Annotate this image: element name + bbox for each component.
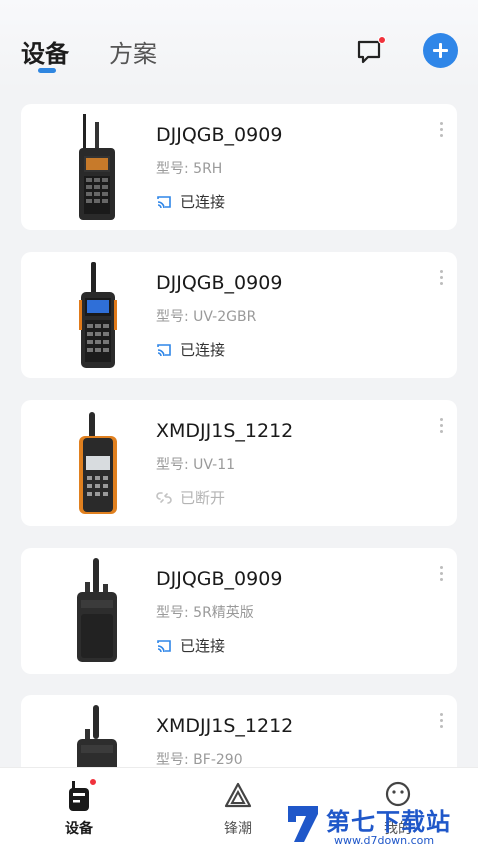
more-options-icon[interactable] [437,713,445,733]
cast-icon [157,195,171,208]
connection-status: 已连接 [156,339,225,360]
top-bar: 设备 方案 [0,0,478,90]
radio-image [77,558,117,662]
device-name: XMDJJ1S_1212 [156,715,294,737]
device-model: 型号: BF-290 [156,752,243,768]
radio-image [79,114,115,220]
nav-label: 锋潮 [224,821,252,837]
triangle-icon [224,782,252,808]
message-button[interactable] [354,36,386,68]
notification-dot [89,778,97,786]
radio-image [79,262,117,368]
device-card[interactable]: DJJQGB_0909 型号: 5R精英版 已连接 [21,548,457,674]
more-options-icon[interactable] [437,418,445,438]
nav-label: 设备 [65,821,93,837]
device-name: DJJQGB_0909 [156,124,283,146]
device-model: 型号: 5R精英版 [156,605,254,621]
tab-solutions[interactable]: 方案 [109,34,157,69]
device-model: 型号: UV-11 [156,457,236,473]
device-name: DJJQGB_0909 [156,568,283,590]
cast-icon [157,343,171,356]
more-options-icon[interactable] [437,122,445,142]
status-label: 已连接 [180,341,226,359]
status-label: 已连接 [180,193,226,211]
walkie-talkie-icon [69,781,89,811]
connection-status: 已连接 [156,191,225,212]
tab-devices[interactable]: 设备 [21,34,69,69]
device-card[interactable]: DJJQGB_0909 型号: 5RH 已连接 [21,104,457,230]
notification-dot [378,36,386,44]
watermark-title: 第七下载站 [326,808,451,836]
device-model: 型号: 5RH [156,161,223,177]
add-device-button[interactable] [423,33,458,68]
broken-link-icon [156,491,172,504]
device-name: XMDJJ1S_1212 [156,420,294,442]
active-tab-indicator [38,68,56,73]
device-name: DJJQGB_0909 [156,272,283,294]
device-model: 型号: UV-2GBR [156,309,257,325]
radio-image [79,412,117,514]
connection-status: 已连接 [156,635,225,656]
status-label: 已断开 [180,489,226,507]
cast-icon [157,639,171,652]
watermark-logo-icon [288,806,318,842]
status-label: 已连接 [180,637,226,655]
more-options-icon[interactable] [437,566,445,586]
nav-trends[interactable]: 锋潮 [198,780,278,838]
device-card[interactable]: XMDJJ1S_1212 型号: UV-11 已断开 [21,400,457,526]
connection-status: 已断开 [156,487,225,508]
watermark-url: www.d7down.com [334,834,435,847]
watermark: 第七下载站 www.d7down.com [280,798,478,850]
more-options-icon[interactable] [437,270,445,290]
nav-devices[interactable]: 设备 [39,778,119,838]
device-card[interactable]: DJJQGB_0909 型号: UV-2GBR 已连接 [21,252,457,378]
